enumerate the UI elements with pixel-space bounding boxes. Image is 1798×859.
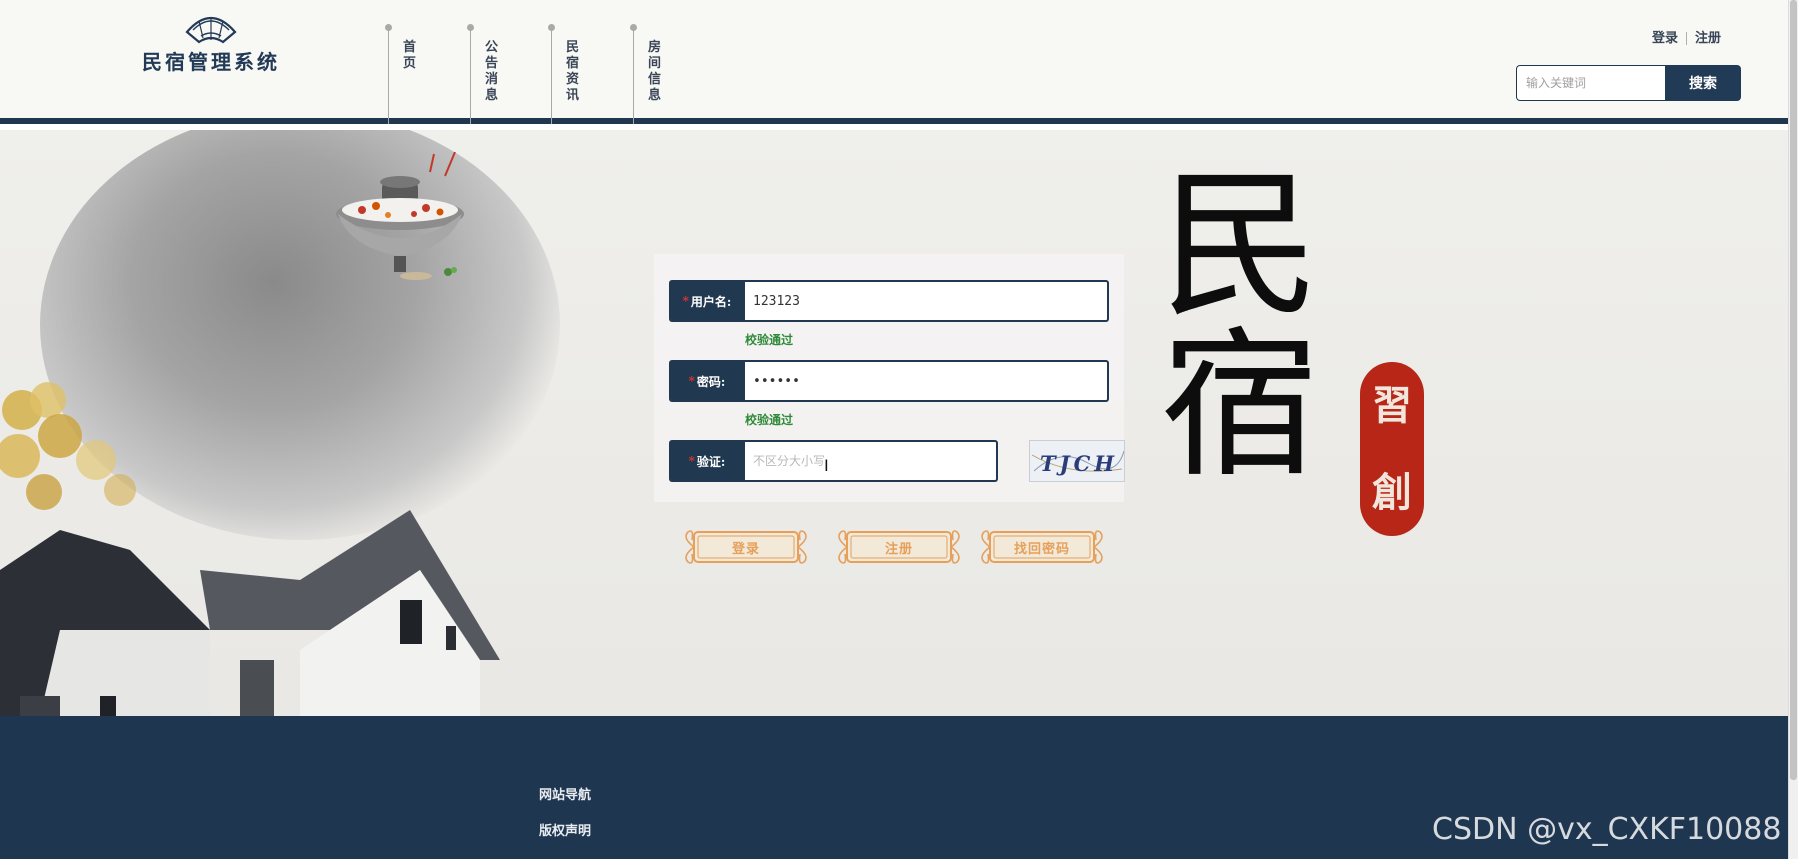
site-title: 民宿管理系统 bbox=[142, 50, 280, 74]
scrollbar-thumb[interactable] bbox=[1790, 0, 1797, 780]
seal-char: 創 bbox=[1372, 468, 1412, 516]
hotpot-illustration bbox=[336, 152, 464, 280]
site-logo[interactable]: 民宿管理系统 bbox=[136, 12, 286, 82]
search-button[interactable]: 搜索 bbox=[1665, 65, 1741, 101]
red-seal-stamp: 習 創 bbox=[1360, 362, 1424, 536]
nav-item-announcements[interactable]: 公告消息 bbox=[467, 24, 510, 124]
footer-link-copyright[interactable]: 版权声明 bbox=[539, 820, 591, 839]
required-mark: * bbox=[682, 294, 689, 308]
nav-item-rooms[interactable]: 房间信息 bbox=[630, 24, 673, 124]
hero-char-su: 宿 bbox=[1160, 312, 1321, 499]
captcha-row: * 验证: I TJCH bbox=[669, 440, 1125, 482]
username-input[interactable] bbox=[745, 280, 1109, 322]
divider bbox=[1686, 32, 1688, 45]
hero-banner: 民 宿 習 創 * 用户名: 校验通过 * 密码: 校验通过 * 验证: bbox=[0, 130, 1788, 716]
seal-char: 習 bbox=[1372, 381, 1412, 429]
recover-password-button[interactable]: 找回密码 bbox=[976, 526, 1108, 568]
nav-item-label: 房间信息 bbox=[648, 40, 662, 103]
footer-link-site-nav[interactable]: 网站导航 bbox=[539, 784, 591, 803]
ink-houses-illustration bbox=[0, 510, 500, 716]
login-link[interactable]: 登录 bbox=[1652, 31, 1678, 46]
captcha-image[interactable]: TJCH bbox=[1029, 440, 1125, 482]
nav-item-label: 公告消息 bbox=[485, 40, 499, 103]
nav-item-label: 民宿资讯 bbox=[566, 40, 580, 103]
captcha-input[interactable] bbox=[745, 440, 998, 482]
text-cursor-icon: I bbox=[824, 456, 829, 475]
register-button[interactable]: 注册 bbox=[833, 526, 965, 568]
page-scrollbar[interactable] bbox=[1788, 0, 1798, 859]
password-input[interactable] bbox=[745, 360, 1109, 402]
nav-item-news[interactable]: 民宿资讯 bbox=[548, 24, 591, 124]
register-link[interactable]: 注册 bbox=[1695, 31, 1721, 46]
auth-links: 登录 注册 bbox=[1652, 27, 1721, 46]
login-form-card: * 用户名: 校验通过 * 密码: 校验通过 * 验证: I bbox=[654, 254, 1125, 502]
site-header: 民宿管理系统 首页 公告消息 民宿资讯 房间信息 登录 注册 搜索 bbox=[0, 0, 1788, 124]
captcha-text: TJCH bbox=[1040, 451, 1118, 476]
login-button[interactable]: 登录 bbox=[680, 526, 812, 568]
username-row: * 用户名: bbox=[669, 280, 1109, 322]
search-input[interactable] bbox=[1516, 65, 1666, 101]
watermark: CSDN @vx_CXKF10088 bbox=[1432, 812, 1782, 847]
password-row: * 密码: bbox=[669, 360, 1109, 402]
nav-item-home[interactable]: 首页 bbox=[385, 24, 428, 124]
password-label: * 密码: bbox=[669, 360, 745, 402]
hero-char-min: 民 bbox=[1160, 152, 1321, 339]
nav-item-label: 首页 bbox=[403, 40, 417, 71]
password-validation-hint: 校验通过 bbox=[745, 413, 794, 427]
required-mark: * bbox=[688, 374, 695, 388]
username-label: * 用户名: bbox=[669, 280, 745, 322]
captcha-label: * 验证: bbox=[669, 440, 745, 482]
username-validation-hint: 校验通过 bbox=[745, 333, 794, 347]
required-mark: * bbox=[688, 454, 695, 468]
fan-icon bbox=[185, 17, 237, 44]
